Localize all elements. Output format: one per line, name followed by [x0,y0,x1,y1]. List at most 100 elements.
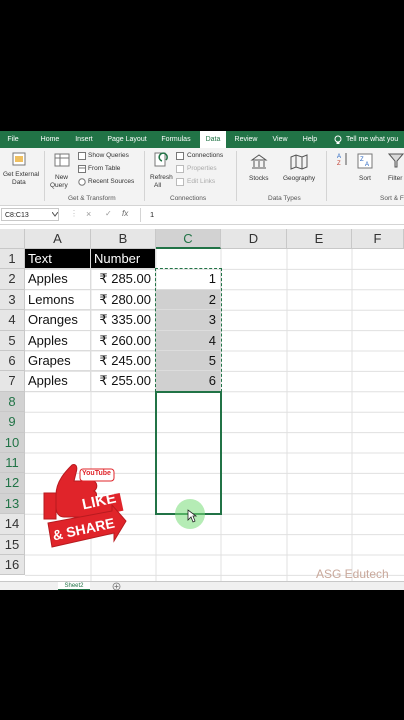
svg-text:A: A [337,154,341,160]
row-header-1[interactable]: 1 [0,249,25,270]
select-all-corner[interactable] [0,229,25,249]
connections-icon [176,152,184,160]
cell-b6[interactable]: ₹ 245.00 [91,351,156,372]
column-header-f[interactable]: F [352,229,404,249]
svg-text:A: A [365,162,369,168]
column-header-a[interactable]: A [25,229,91,249]
new-query-label[interactable]: New [55,174,68,181]
tab-data[interactable]: Data [200,131,226,148]
cell-a5[interactable]: Apples [25,330,91,351]
tab-insert[interactable]: Insert [71,131,97,148]
cell-a6[interactable]: Grapes [25,351,91,372]
get-external-data-label[interactable]: Get External [3,171,39,178]
column-header-e[interactable]: E [287,229,352,249]
sort-icon[interactable]: Z A [357,153,373,169]
edit-links-button[interactable]: Edit Links [187,178,215,185]
row-header-12[interactable]: 12 [0,473,25,494]
cell-a1[interactable]: Text [25,249,91,270]
recent-sources-button[interactable]: Recent Sources [88,178,134,185]
row-header-6[interactable]: 6 [0,351,25,372]
row-header-11[interactable]: 11 [0,453,25,474]
row-header-10[interactable]: 10 [0,432,25,453]
geography-label[interactable]: Geography [283,175,315,182]
filter-icon[interactable] [388,153,404,169]
row-header-7[interactable]: 7 [0,371,25,392]
row-header-15[interactable]: 15 [0,534,25,555]
sticker-brand-text: YouTube [82,470,111,477]
refresh-all-label[interactable]: Refresh [150,174,173,181]
ribbon-divider [144,151,145,201]
chevron-down-icon[interactable] [52,212,58,217]
ribbon-tab-bar: File Home Insert Page Layout Formulas Da… [0,131,404,148]
column-header-b[interactable]: B [91,229,156,249]
cell-b5[interactable]: ₹ 260.00 [91,330,156,351]
column-header-d[interactable]: D [221,229,287,249]
cell-a4[interactable]: Oranges [25,310,91,331]
sort-label[interactable]: Sort [359,175,371,182]
tab-review[interactable]: Review [232,131,260,148]
row-header-8[interactable]: 8 [0,391,25,413]
tab-help[interactable]: Help [299,131,321,148]
enter-button[interactable]: ✓ [105,209,112,218]
from-table-button[interactable]: From Table [88,165,120,172]
cell-c7[interactable]: 6 [156,371,221,392]
cell-b2[interactable]: ₹ 285.00 [91,269,156,290]
cell-a3[interactable]: Lemons [25,289,91,311]
cell-c3[interactable]: 2 [156,289,221,311]
refresh-all-icon[interactable] [153,152,169,168]
column-header-c[interactable]: C [156,229,221,249]
new-query-icon[interactable] [54,152,70,168]
svg-text:Z: Z [360,157,364,163]
properties-button[interactable]: Properties [187,165,217,172]
get-external-data-icon[interactable] [12,152,26,166]
cell-b7[interactable]: ₹ 255.00 [91,371,156,392]
excel-window: File Home Insert Page Layout Formulas Da… [0,131,404,590]
row-header-2[interactable]: 2 [0,269,25,290]
row-header-4[interactable]: 4 [0,310,25,331]
cell-a7[interactable]: Apples [25,371,91,392]
ribbon-divider [236,151,237,201]
cancel-button[interactable]: × [86,209,91,219]
cell-c6[interactable]: 5 [156,351,221,372]
show-queries-button[interactable]: Show Queries [88,152,129,159]
cell-c2[interactable]: 1 [156,269,221,290]
group-label-sort-filter: Sort & F [380,195,404,202]
cell-c4[interactable]: 3 [156,310,221,331]
geography-icon[interactable] [290,154,308,170]
insert-function-button[interactable]: fx [122,209,128,218]
row-header-9[interactable]: 9 [0,412,25,433]
row-header-14[interactable]: 14 [0,514,25,535]
filter-label[interactable]: Filter [388,175,402,182]
group-label-data-types: Data Types [268,195,301,202]
row-header-3[interactable]: 3 [0,289,25,311]
group-label-connections: Connections [170,195,207,202]
cell-c5[interactable]: 4 [156,330,221,351]
tell-me-search[interactable]: Tell me what you [346,131,404,148]
tab-view[interactable]: View [268,131,292,148]
tab-page-layout[interactable]: Page Layout [104,131,150,148]
cell-b4[interactable]: ₹ 335.00 [91,310,156,331]
connections-button[interactable]: Connections [187,152,223,159]
row-header-16[interactable]: 16 [0,555,25,576]
formula-divider [140,208,141,222]
tab-formulas[interactable]: Formulas [158,131,194,148]
row-header-5[interactable]: 5 [0,330,25,351]
cell-b3[interactable]: ₹ 280.00 [91,289,156,311]
tab-file[interactable]: File [2,131,24,148]
mouse-pointer-icon [187,509,197,523]
stocks-label[interactable]: Stocks [249,175,269,182]
edit-links-icon [176,178,184,186]
cell-a2[interactable]: Apples [25,269,91,290]
formula-input[interactable]: 1 [150,210,154,219]
from-table-icon [78,165,86,173]
cell-b1[interactable]: Number [91,249,156,270]
lightbulb-icon [334,135,342,144]
show-queries-icon [78,152,86,160]
add-sheet-icon[interactable] [112,582,121,590]
get-external-data-label-2: Data [12,179,26,186]
tab-home[interactable]: Home [36,131,64,148]
sheet-tab[interactable]: Sheet2 [58,582,90,590]
row-header-13[interactable]: 13 [0,493,25,515]
stocks-icon[interactable] [250,154,268,170]
name-box[interactable]: C8:C13 [1,208,59,221]
